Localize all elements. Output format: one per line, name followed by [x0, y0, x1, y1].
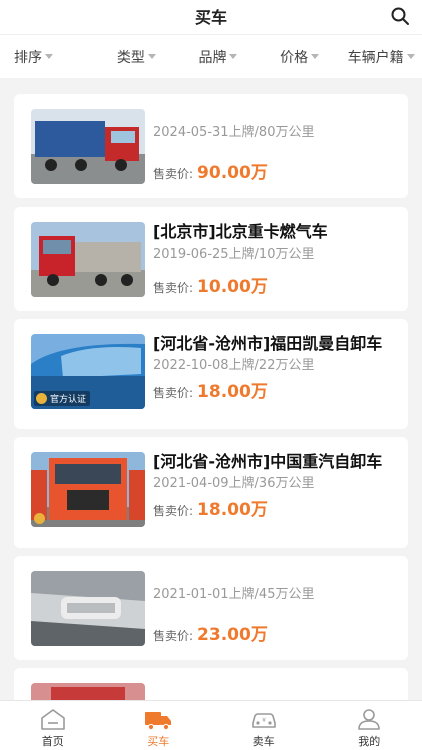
truck-photo: [31, 571, 145, 646]
truck-photo: [31, 109, 145, 184]
filter-label: 排序: [14, 49, 42, 66]
listing-card[interactable]: [14, 668, 408, 700]
tab-mine[interactable]: 我的: [317, 701, 422, 750]
caret-down-icon: [45, 54, 53, 59]
listing-meta: 2022-10-08上牌/22万公里: [153, 358, 315, 373]
truck-photo: [31, 683, 145, 700]
price-label: 售卖价:: [153, 386, 194, 400]
truck-photo: [31, 222, 145, 297]
filter-label: 类型: [116, 49, 145, 66]
medal-icon: [34, 513, 45, 524]
listing-price: 18.00万: [197, 500, 268, 520]
tab-label: 买车: [147, 735, 170, 748]
listing-price: 90.00万: [197, 163, 268, 183]
listing-title: [河北省-沧州市]福田凯曼自卸车: [153, 334, 383, 353]
truck-icon: [145, 712, 172, 731]
search-icon[interactable]: [390, 6, 410, 26]
caret-down-icon: [406, 54, 415, 59]
certified-badge: [34, 513, 48, 524]
filter-price[interactable]: 价格: [259, 35, 341, 78]
listing-card[interactable]: 2024-05-31上牌/80万公里 售卖价: 90.00万: [14, 94, 408, 198]
price-label: 售卖价:: [153, 504, 194, 518]
car-sell-icon: ¥: [251, 713, 276, 728]
listing-list: 2024-05-31上牌/80万公里 售卖价: 90.00万 [北京市]北京重卡…: [0, 78, 422, 700]
truck-photo: 官方认证: [31, 334, 145, 409]
svg-text:¥: ¥: [262, 717, 266, 724]
filter-label: 车辆户籍: [347, 49, 404, 66]
listing-meta: 2024-05-31上牌/80万公里: [153, 125, 315, 140]
user-icon: [358, 709, 381, 730]
filter-type[interactable]: 类型: [96, 35, 178, 78]
filter-label: 价格: [280, 49, 309, 66]
listing-card[interactable]: [河北省-沧州市]中国重汽自卸车 2021-04-09上牌/36万公里 售卖价:…: [14, 437, 408, 548]
tab-buy[interactable]: 买车: [106, 701, 212, 750]
price-label: 售卖价:: [153, 167, 194, 181]
tab-home[interactable]: 首页: [0, 701, 106, 750]
certified-badge: 官方认证: [34, 391, 91, 406]
tab-label: 首页: [41, 735, 64, 748]
tab-label: 卖车: [252, 735, 275, 748]
listing-meta: 2019-06-25上牌/10万公里: [153, 247, 315, 262]
home-icon: [40, 709, 65, 730]
truck-photo: [31, 452, 145, 527]
listing-meta: 2021-01-01上牌/45万公里: [153, 587, 315, 602]
listing-card[interactable]: [北京市]北京重卡燃气车 2019-06-25上牌/10万公里 售卖价: 10.…: [14, 207, 408, 311]
listing-price: 10.00万: [197, 277, 268, 297]
filter-sort[interactable]: 排序: [0, 35, 96, 78]
listing-price: 23.00万: [197, 625, 268, 645]
top-bar: 买车: [0, 0, 422, 34]
filter-brand[interactable]: 品牌: [177, 35, 259, 78]
listing-card[interactable]: 官方认证 [河北省-沧州市]福田凯曼自卸车 2022-10-08上牌/22万公里…: [14, 319, 408, 429]
caret-down-icon: [229, 54, 238, 59]
filter-registration[interactable]: 车辆户籍: [340, 35, 422, 78]
page-title: 买车: [194, 8, 227, 27]
bottom-tab-bar: 首页 买车 ¥ 卖车 我的: [0, 700, 422, 750]
price-label: 售卖价:: [153, 629, 194, 643]
medal-icon: [36, 393, 47, 404]
listing-meta: 2021-04-09上牌/36万公里: [153, 476, 315, 491]
listing-card[interactable]: 2021-01-01上牌/45万公里 售卖价: 23.00万: [14, 556, 408, 660]
filter-bar: 排序 类型 品牌 价格 车辆户籍: [0, 34, 422, 78]
tab-sell[interactable]: ¥ 卖车: [211, 701, 317, 750]
tab-label: 我的: [358, 735, 381, 748]
caret-down-icon: [147, 54, 156, 59]
filter-label: 品牌: [198, 49, 227, 66]
listing-price: 18.00万: [197, 382, 268, 402]
certified-label: 官方认证: [50, 395, 87, 405]
listing-title: [河北省-沧州市]中国重汽自卸车: [153, 452, 383, 471]
price-label: 售卖价:: [153, 281, 194, 295]
caret-down-icon: [311, 54, 320, 59]
listing-title: [北京市]北京重卡燃气车: [153, 222, 328, 241]
